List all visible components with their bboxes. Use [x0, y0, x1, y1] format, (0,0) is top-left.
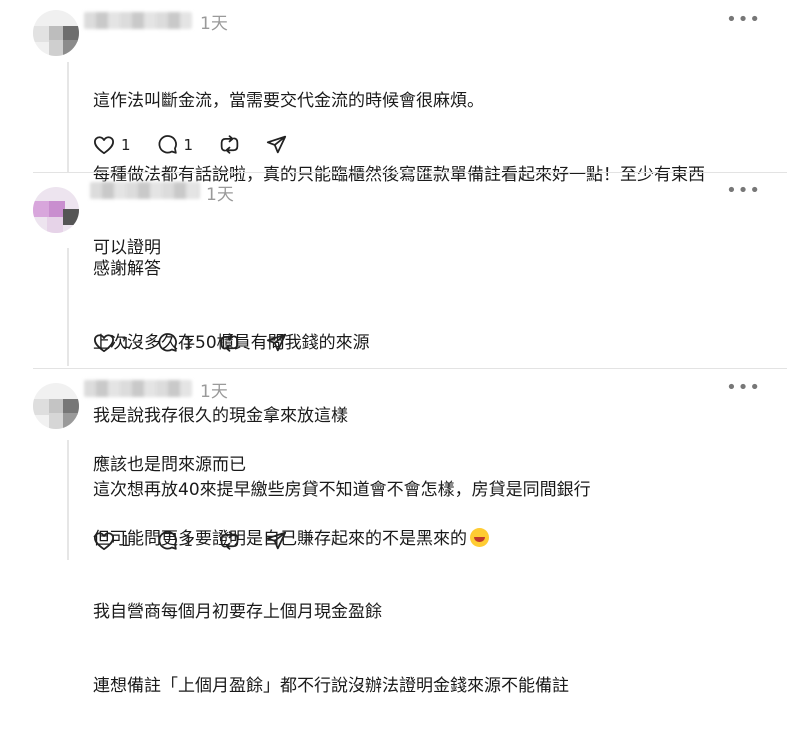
like-count: 1 [121, 135, 131, 154]
rolling-laughing-emoji [470, 527, 489, 547]
comment-line: 感謝解答 [93, 259, 161, 279]
comment-icon [158, 135, 177, 154]
repost-button[interactable] [219, 332, 240, 353]
repost-icon [220, 531, 239, 550]
like-button[interactable]: 1 [93, 135, 131, 155]
thread-line [67, 248, 69, 366]
avatar[interactable] [33, 383, 79, 429]
share-icon [266, 135, 287, 154]
like-count: 1 [121, 333, 131, 352]
repost-button[interactable] [219, 134, 240, 155]
share-icon [266, 333, 287, 352]
username[interactable] [84, 12, 192, 29]
comment-text: 應該也是問來源而已 但可能問更多要證明是自己賺存起來的不是黑來的 我自營商每個月… [93, 404, 569, 747]
reply-button[interactable]: 1 [157, 134, 194, 155]
username[interactable] [84, 380, 192, 397]
share-icon [266, 531, 287, 550]
reply-count: 1 [183, 333, 194, 352]
timestamp: 1天 [206, 185, 234, 205]
heart-icon [94, 531, 114, 550]
like-button[interactable]: 1 [93, 333, 131, 353]
avatar[interactable] [33, 187, 79, 233]
timestamp: 1天 [200, 382, 228, 402]
more-icon[interactable]: ••• [726, 377, 761, 398]
divider [33, 172, 787, 173]
like-count: 1 [121, 531, 131, 550]
comment-line: 我自營商每個月初要存上個月現金盈餘 [93, 602, 382, 622]
comment-icon [158, 531, 177, 550]
more-icon[interactable]: ••• [726, 9, 761, 30]
heart-icon [94, 333, 114, 352]
comment-icon [158, 333, 177, 352]
more-icon[interactable]: ••• [726, 180, 761, 201]
reply-count: 1 [183, 135, 194, 154]
timestamp: 1天 [200, 14, 228, 34]
share-button[interactable] [266, 134, 287, 155]
repost-icon [220, 333, 239, 352]
reply-button[interactable]: 1 [157, 332, 194, 353]
share-button[interactable] [266, 332, 287, 353]
comment-line: 連想備註「上個月盈餘」都不行說沒辦法證明金錢來源不能備註 [93, 675, 569, 696]
comment-line: 這作法叫斷金流，當需要交代金流的時候會很麻煩。 [93, 91, 484, 111]
username[interactable] [90, 182, 200, 199]
repost-icon [220, 135, 239, 154]
divider [33, 368, 787, 369]
action-bar: 1 1 [93, 332, 313, 353]
avatar[interactable] [33, 10, 79, 56]
reply-count: 1 [183, 531, 194, 550]
reply-button[interactable]: 1 [157, 530, 194, 551]
action-bar: 1 1 [93, 134, 313, 155]
comment-line: 應該也是問來源而已 [93, 455, 246, 475]
share-button[interactable] [266, 530, 287, 551]
heart-icon [94, 135, 114, 154]
like-button[interactable]: 1 [93, 531, 131, 551]
action-bar: 1 1 [93, 530, 313, 551]
thread-line [67, 440, 69, 560]
repost-button[interactable] [219, 530, 240, 551]
thread-line [67, 62, 69, 172]
